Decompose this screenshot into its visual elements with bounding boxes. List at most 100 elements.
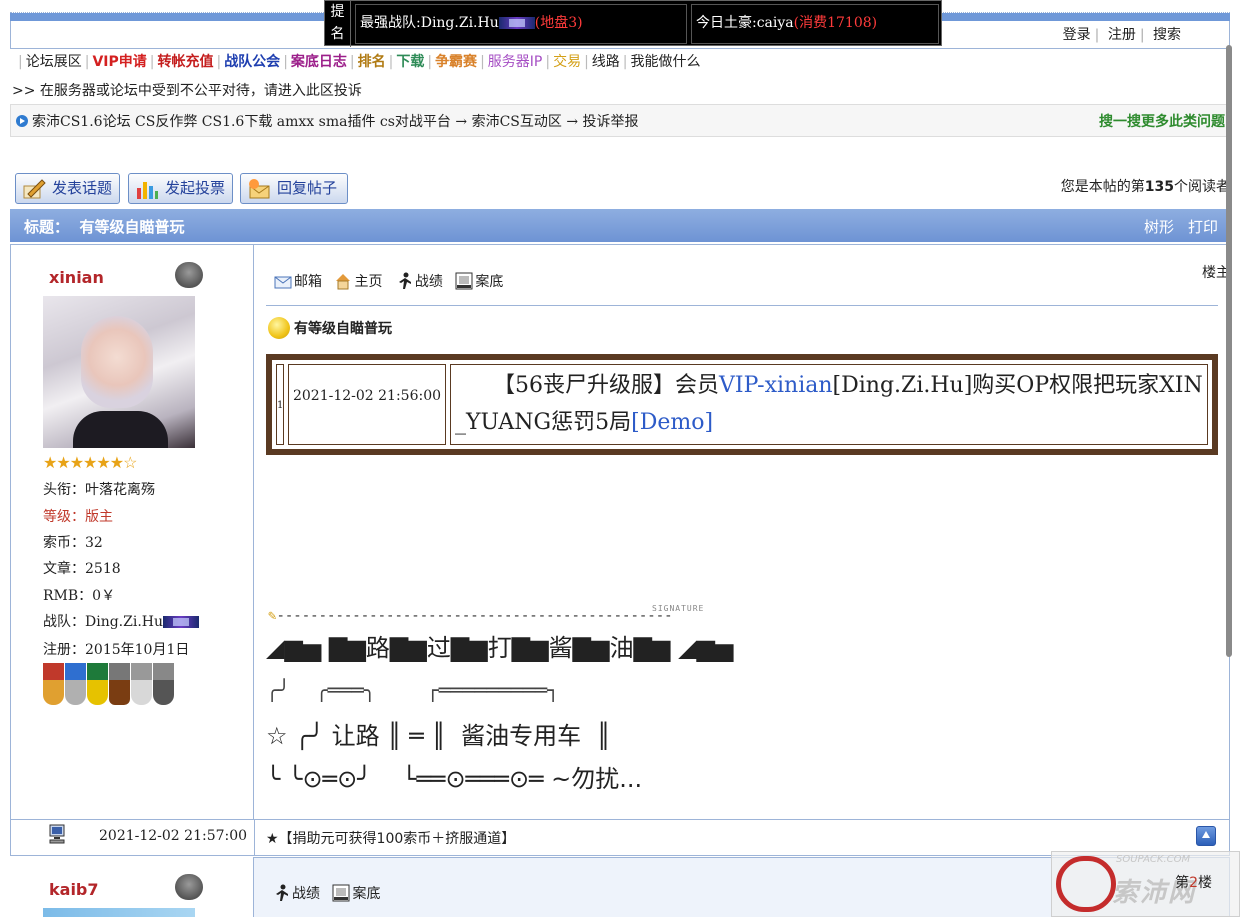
rich-user-extra: (消费17108) xyxy=(793,15,878,31)
nav-item-download[interactable]: 下载 xyxy=(393,54,427,70)
post-2-floor: 第2楼 xyxy=(1175,875,1212,891)
log-text: 【56丧尸升级服】会员VIP-xinian[Ding.Zi.Hu]购买OP权限把… xyxy=(450,364,1208,445)
strongest-team-extra: (地盘3) xyxy=(534,15,583,31)
profile-team[interactable]: 战队：Ding.Zi.Hu xyxy=(43,611,200,631)
thread-title-label: 标题： xyxy=(24,218,70,236)
search-link[interactable]: 搜索 xyxy=(1153,27,1181,43)
team-logo-icon xyxy=(498,17,535,29)
signature-line-3: ☆ ╭╯ 让路 ║ ═ ║ 酱油专用车 ║ xyxy=(266,722,611,750)
search-more-link[interactable]: 搜一搜更多此类问题 xyxy=(1099,111,1225,131)
rank-banner-title: 提名 xyxy=(325,1,351,47)
purchase-log-table: 1 2021-12-02 21:56:00 【56丧尸升级服】会员VIP-xin… xyxy=(266,354,1218,455)
signature-line-1: ◢▆▅ ▇▆路▇▆过▇▆打▇▆酱▇▆油▇▆ ◢▆▅ xyxy=(266,634,734,662)
profile-posts: 文章：2518 xyxy=(43,561,121,577)
user-gender-icon xyxy=(175,262,203,288)
nav-item-trade[interactable]: 交易 xyxy=(550,54,584,70)
nav-item-server-ip[interactable]: 服务器IP xyxy=(485,54,546,70)
new-topic-button[interactable]: 发表话题 xyxy=(15,173,120,204)
user-gender-icon xyxy=(175,874,203,900)
nav-item-recharge[interactable]: 转帐充值 xyxy=(154,54,216,70)
donate-link[interactable]: ★【捐助元可获得100索币＋挤服通道】 xyxy=(266,828,515,848)
post-subject: 有等级自瞄普玩 xyxy=(268,317,392,339)
log-date: 2021-12-02 21:56:00 xyxy=(288,364,446,445)
nav-item-team[interactable]: 战队公会 xyxy=(221,54,283,70)
profile-coins: 索币：32 xyxy=(43,535,103,551)
rich-user-cell[interactable]: 今日土豪:caiya(消费17108) xyxy=(691,4,939,44)
signature-tag: SIGNATURE xyxy=(652,604,705,613)
login-links: 登录 | 注册 | 搜索 xyxy=(1062,27,1181,43)
profile-level: 等级：版主 xyxy=(43,509,113,525)
reader-count-number: 135 xyxy=(1144,179,1174,195)
rank-banner: 提名 最强战队:Ding.Zi.Hu (地盘3) 今日土豪:caiya(消费171… xyxy=(324,0,942,47)
breadcrumb-text[interactable]: 索沛CS1.6论坛 CS反作弊 CS1.6下载 amxx sma插件 cs对战平… xyxy=(32,114,639,130)
post-1-username[interactable]: xinian xyxy=(49,268,104,287)
log-index: 1 xyxy=(276,364,284,445)
strongest-team-label: 最强战队:Ding.Zi.Hu xyxy=(360,15,499,31)
breadcrumb-bar: 索沛CS1.6论坛 CS反作弊 CS1.6下载 amxx sma插件 cs对战平… xyxy=(10,104,1230,137)
reply-envelope-icon xyxy=(249,179,270,199)
nav-item-help[interactable]: 我能做什么 xyxy=(628,54,704,70)
main-nav: | 论坛展区 | VIP申请 | 转帐充值 | 战队公会 | 案底日志 | 排名 | 下载 | 争霸赛 | 服务器… xyxy=(18,51,704,71)
logo-s-icon xyxy=(1056,856,1116,912)
film-frame-icon xyxy=(332,884,350,902)
scrollbar-thumb[interactable] xyxy=(1226,45,1232,657)
watermark-url: SOUPACK.COM xyxy=(1116,854,1191,865)
back-to-top-button[interactable] xyxy=(1196,826,1216,846)
user-tools: 战绩 案底 xyxy=(272,883,388,903)
home-icon xyxy=(336,274,351,290)
film-frame-icon xyxy=(455,272,473,290)
battle-record-link[interactable]: 战绩 xyxy=(395,271,443,291)
divider xyxy=(266,305,1218,306)
new-topic-label: 发表话题 xyxy=(52,179,113,197)
nav-item-route[interactable]: 线路 xyxy=(589,54,623,70)
thread-title-bar: 标题： 有等级自瞄普玩 树形 打印 xyxy=(10,209,1230,242)
smiley-icon xyxy=(268,317,290,339)
signature-divider: ✎---------------------------------------… xyxy=(268,604,705,624)
medal-icon xyxy=(131,663,152,705)
breadcrumb: 索沛CS1.6论坛 CS反作弊 CS1.6下载 amxx sma插件 cs对战平… xyxy=(16,111,639,131)
records-link[interactable]: 案底 xyxy=(455,271,503,291)
user-tools: 邮箱 主页 战绩 案底 xyxy=(274,271,511,291)
tree-view-link[interactable]: 树形 xyxy=(1144,218,1174,236)
nav-item-vip[interactable]: VIP申请 xyxy=(89,54,149,70)
medal-icon xyxy=(43,663,64,705)
mailbox-link[interactable]: 邮箱 xyxy=(274,271,322,291)
login-link[interactable]: 登录 xyxy=(1063,27,1091,43)
strongest-team-cell[interactable]: 最强战队:Ding.Zi.Hu (地盘3) xyxy=(355,4,687,44)
post-time: 2021-12-02 21:57:00 xyxy=(99,828,248,844)
bar-chart-icon xyxy=(137,182,158,199)
medal-icon xyxy=(87,663,108,705)
nav-item-contest[interactable]: 争霸赛 xyxy=(432,54,480,70)
avatar xyxy=(43,908,195,917)
nav-item-forum[interactable]: 论坛展区 xyxy=(23,54,85,70)
new-poll-label: 发起投票 xyxy=(165,179,226,197)
post-2-username[interactable]: kaib7 xyxy=(49,880,99,899)
avatar xyxy=(43,296,195,448)
homepage-link[interactable]: 主页 xyxy=(334,271,382,291)
thread-title: 有等级自瞄普玩 xyxy=(79,218,185,236)
vip-user-link[interactable]: VIP-xinian xyxy=(719,373,833,398)
profile-registered: 注册：2015年10月1日 xyxy=(43,642,190,658)
print-link[interactable]: 打印 xyxy=(1188,218,1218,236)
reader-count: 您是本帖的第135个阅读者 xyxy=(1060,179,1230,195)
medal-icon xyxy=(153,663,174,705)
medal-icon xyxy=(109,663,130,705)
signature-line-2: ╭╯ ╭═══╮ ┌═════════┐ xyxy=(266,678,560,702)
profile-title: 头衔：叶落花离殇 xyxy=(43,482,155,498)
medal-icon xyxy=(65,663,86,705)
records-link[interactable]: 案底 xyxy=(332,883,380,903)
nav-item-records[interactable]: 案底日志 xyxy=(288,54,350,70)
reply-button[interactable]: 回复帖子 xyxy=(240,173,348,204)
envelope-icon xyxy=(274,276,292,289)
computer-icon xyxy=(49,824,65,844)
demo-link[interactable]: [Demo] xyxy=(631,410,713,435)
signature-line-4: ╰ ╰⊙═⊙╯ └══⊙═══⊙═ ~勿扰... xyxy=(266,765,643,793)
soldier-icon xyxy=(276,884,288,901)
nav-item-ranking[interactable]: 排名 xyxy=(355,54,389,70)
register-link[interactable]: 注册 xyxy=(1108,27,1136,43)
rank-stars: ★★★★★★☆ xyxy=(43,453,137,472)
new-poll-button[interactable]: 发起投票 xyxy=(128,173,233,204)
team-logo-icon xyxy=(163,616,200,628)
reply-label: 回复帖子 xyxy=(277,179,338,197)
battle-record-link[interactable]: 战绩 xyxy=(272,883,320,903)
